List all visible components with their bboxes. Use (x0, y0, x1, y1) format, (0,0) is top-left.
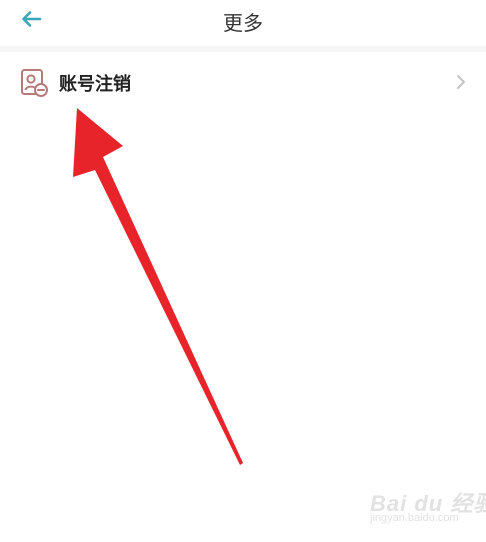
page-title: 更多 (223, 11, 263, 35)
chevron-right-icon (454, 72, 468, 92)
account-cancel-icon (19, 68, 49, 98)
menu-item-account-cancel[interactable]: 账号注销 (0, 52, 486, 110)
baidu-jingyan-watermark: Bai du 经验 jingyan.baidu.com (366, 486, 486, 532)
watermark-url: jingyan.baidu.com (370, 512, 459, 524)
header: 更多 (0, 0, 486, 46)
more-settings-page: 更多 账号注销 Bai du 经验 jingyan.baidu.com (0, 0, 486, 542)
menu-item-label: 账号注销 (59, 74, 131, 95)
